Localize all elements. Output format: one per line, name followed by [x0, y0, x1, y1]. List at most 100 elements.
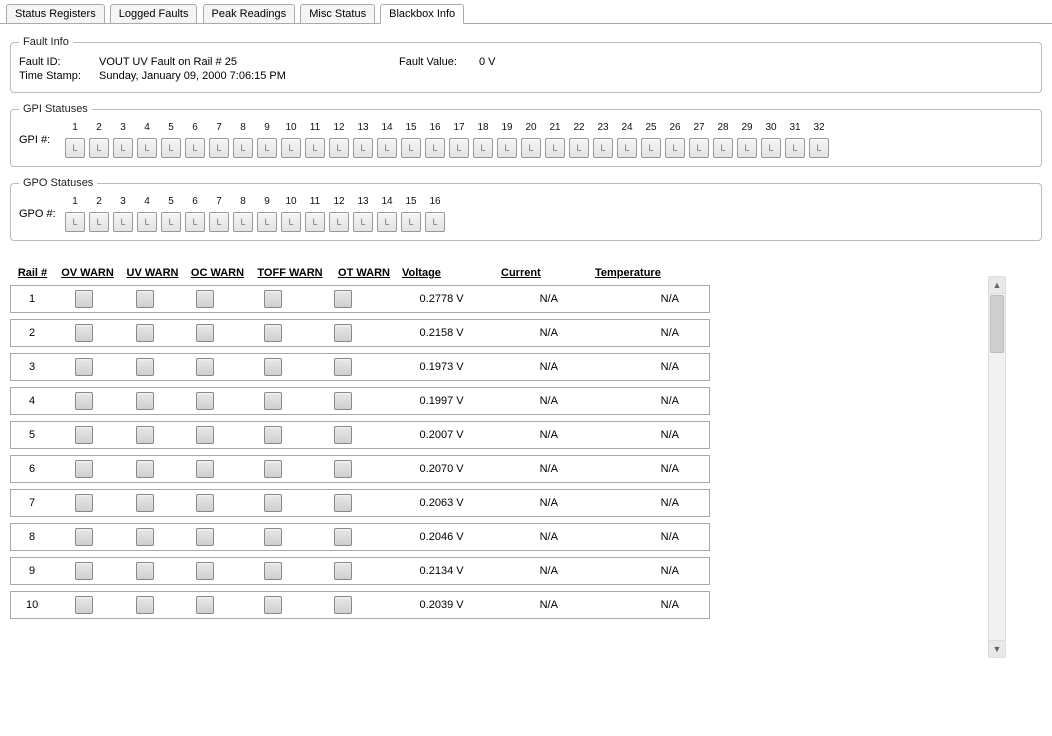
gpo-pin-number: 1	[72, 195, 78, 209]
cell-ot-warn	[311, 596, 375, 614]
gpo-pin-value: L	[233, 212, 253, 232]
cell-oc-warn	[175, 460, 236, 478]
gpi-pin-3: 3L	[111, 121, 135, 158]
gpi-pin-value: L	[257, 138, 277, 158]
checkbox-icon	[196, 426, 214, 444]
gpo-pin-number: 16	[429, 195, 440, 209]
cell-ov-warn	[53, 596, 114, 614]
checkbox-icon	[75, 562, 93, 580]
gpi-pin-number: 18	[477, 121, 488, 135]
checkbox-icon	[136, 562, 154, 580]
gpi-pin-1: 1L	[63, 121, 87, 158]
checkbox-icon	[264, 528, 282, 546]
gpi-pin-value: L	[737, 138, 757, 158]
cell-voltage: 0.2046 V	[375, 531, 474, 543]
tab-peak-readings[interactable]: Peak Readings	[203, 4, 296, 24]
cell-oc-warn	[175, 494, 236, 512]
cell-temperature: N/A	[576, 395, 709, 407]
checkbox-icon	[136, 324, 154, 342]
checkbox-icon	[334, 460, 352, 478]
scroll-thumb[interactable]	[990, 295, 1004, 353]
table-row: 50.2007 VN/AN/A	[10, 421, 710, 449]
header-ot-warn: OT WARN	[330, 267, 398, 279]
cell-ov-warn	[53, 426, 114, 444]
gpo-pin-number: 15	[405, 195, 416, 209]
cell-temperature: N/A	[576, 293, 709, 305]
gpi-pin-value: L	[521, 138, 541, 158]
checkbox-icon	[264, 358, 282, 376]
checkbox-icon	[334, 562, 352, 580]
gpo-pin-9: 9L	[255, 195, 279, 232]
cell-uv-warn	[114, 324, 175, 342]
gpi-pin-value: L	[113, 138, 133, 158]
header-voltage: Voltage	[398, 267, 497, 279]
cell-uv-warn	[114, 562, 175, 580]
gpo-pin-number: 2	[96, 195, 102, 209]
timestamp-label: Time Stamp:	[19, 70, 89, 82]
table-row: 60.2070 VN/AN/A	[10, 455, 710, 483]
cell-voltage: 0.2134 V	[375, 565, 474, 577]
cell-temperature: N/A	[576, 565, 709, 577]
gpo-pin-8: 8L	[231, 195, 255, 232]
cell-rail: 5	[11, 429, 53, 441]
cell-ov-warn	[53, 460, 114, 478]
checkbox-icon	[75, 460, 93, 478]
tab-blackbox-info[interactable]: Blackbox Info	[380, 4, 464, 24]
gpi-pin-number: 5	[168, 121, 174, 135]
header-oc-warn: OC WARN	[185, 267, 250, 279]
gpi-pin-value: L	[425, 138, 445, 158]
scroll-down-arrow-icon[interactable]: ▼	[989, 640, 1005, 657]
tab-logged-faults[interactable]: Logged Faults	[110, 4, 198, 24]
gpo-pin-value: L	[401, 212, 421, 232]
header-current: Current	[497, 267, 591, 279]
gpi-pin-7: 7L	[207, 121, 231, 158]
gpo-pin-value: L	[209, 212, 229, 232]
checkbox-icon	[196, 460, 214, 478]
cell-voltage: 0.2007 V	[375, 429, 474, 441]
cell-voltage: 0.2039 V	[375, 599, 474, 611]
checkbox-icon	[196, 290, 214, 308]
vertical-scrollbar[interactable]: ▲ ▼	[988, 276, 1006, 658]
checkbox-icon	[75, 290, 93, 308]
gpi-pin-value: L	[449, 138, 469, 158]
fault-id-value: VOUT UV Fault on Rail # 25	[99, 56, 237, 68]
gpo-pin-14: 14L	[375, 195, 399, 232]
checkbox-icon	[196, 324, 214, 342]
gpo-pin-number: 12	[333, 195, 344, 209]
checkbox-icon	[196, 562, 214, 580]
gpi-pin-16: 16L	[423, 121, 447, 158]
tab-strip: Status Registers Logged Faults Peak Read…	[0, 0, 1052, 24]
cell-voltage: 0.2070 V	[375, 463, 474, 475]
gpo-pin-13: 13L	[351, 195, 375, 232]
cell-ot-warn	[311, 494, 375, 512]
gpo-pin-value: L	[185, 212, 205, 232]
cell-current: N/A	[474, 395, 576, 407]
header-temperature: Temperature	[591, 267, 705, 279]
gpo-pin-number: 5	[168, 195, 174, 209]
scroll-up-arrow-icon[interactable]: ▲	[989, 277, 1005, 294]
gpi-pin-number: 14	[381, 121, 392, 135]
gpi-pin-number: 32	[813, 121, 824, 135]
gpi-pin-21: 21L	[543, 121, 567, 158]
gpi-pin-value: L	[689, 138, 709, 158]
checkbox-icon	[196, 494, 214, 512]
gpo-pin-number: 3	[120, 195, 126, 209]
cell-toff-warn	[236, 392, 311, 410]
tab-status-registers[interactable]: Status Registers	[6, 4, 105, 24]
gpi-pin-number: 13	[357, 121, 368, 135]
table-row: 70.2063 VN/AN/A	[10, 489, 710, 517]
cell-current: N/A	[474, 327, 576, 339]
tab-misc-status[interactable]: Misc Status	[300, 4, 375, 24]
gpi-pin-number: 26	[669, 121, 680, 135]
gpi-pin-number: 12	[333, 121, 344, 135]
cell-oc-warn	[175, 596, 236, 614]
cell-toff-warn	[236, 562, 311, 580]
checkbox-icon	[264, 460, 282, 478]
gpi-pin-22: 22L	[567, 121, 591, 158]
cell-ov-warn	[53, 358, 114, 376]
cell-temperature: N/A	[576, 327, 709, 339]
gpo-pin-number: 13	[357, 195, 368, 209]
header-toff-warn: TOFF WARN	[250, 267, 330, 279]
cell-toff-warn	[236, 426, 311, 444]
gpi-pin-value: L	[545, 138, 565, 158]
